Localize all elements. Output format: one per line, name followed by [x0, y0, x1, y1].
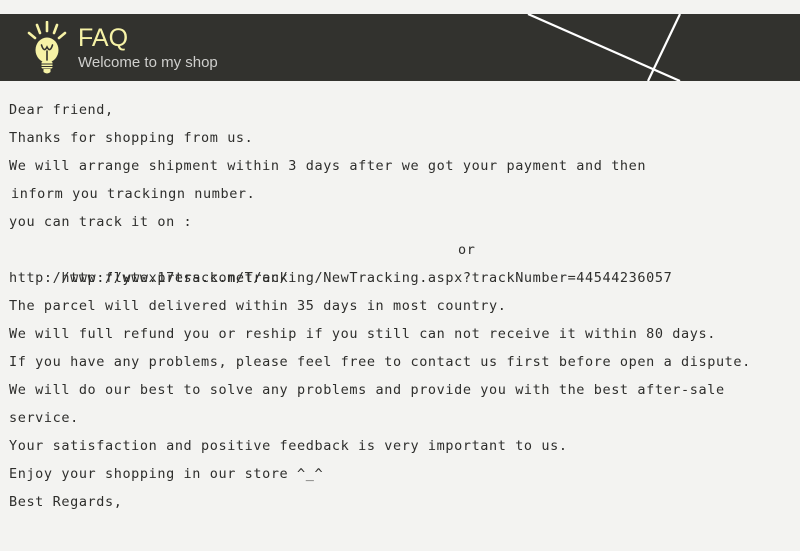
- letter-line-feedback: Your satisfaction and positive feedback …: [9, 438, 568, 454]
- lightbulb-icon: [27, 20, 67, 73]
- letter-line-thanks: Thanks for shopping from us.: [9, 130, 254, 146]
- or-label: or: [458, 242, 476, 258]
- letter-line-inform-tracking: inform you trackingn number.: [11, 186, 256, 202]
- faq-letter-body: Dear friend, Thanks for shopping from us…: [0, 96, 800, 516]
- letter-line-service-promise: We will do our best to solve any problem…: [9, 382, 725, 398]
- banner-content: FAQ Welcome to my shop: [0, 14, 218, 81]
- letter-line-refund-policy: We will full refund you or reship if you…: [9, 326, 716, 342]
- letter-line-shipment: We will arrange shipment within 3 days a…: [9, 158, 647, 174]
- page-subtitle: Welcome to my shop: [78, 53, 218, 71]
- letter-line-greeting: Dear friend,: [9, 102, 114, 118]
- letter-line-delivery-time: The parcel will delivered within 35 days…: [9, 298, 507, 314]
- letter-line-track-intro: you can track it on :: [9, 214, 193, 230]
- faq-banner: FAQ Welcome to my shop: [0, 14, 800, 81]
- letter-line-dispute-notice: If you have any problems, please feel fr…: [9, 354, 751, 370]
- faq-page: FAQ Welcome to my shop Dear friend, Than…: [0, 0, 800, 551]
- letter-line-service-continued: service.: [9, 410, 79, 426]
- letter-line-url-17track: http://www.17track.net/en/ or: [0, 236, 800, 286]
- tracking-url-17track[interactable]: http://www.17track.net/en/: [61, 270, 288, 286]
- letter-line-signoff: Best Regards,: [9, 494, 123, 510]
- letter-line-enjoy-shopping: Enjoy your shopping in our store ^_^: [9, 466, 324, 482]
- banner-text-block: FAQ Welcome to my shop: [78, 23, 218, 71]
- page-title: FAQ: [78, 23, 129, 52]
